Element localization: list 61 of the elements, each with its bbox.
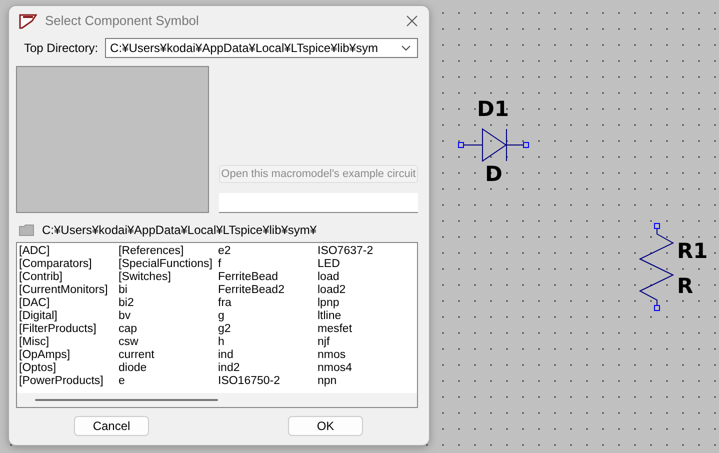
symbol-item[interactable]: [Contrib] (19, 271, 118, 284)
symbol-item[interactable]: e (118, 375, 218, 388)
field-label: Top Directory: (24, 41, 98, 55)
symbol-item[interactable]: bi2 (118, 297, 218, 310)
close-icon[interactable] (406, 14, 418, 26)
symbol-item[interactable]: [ADC] (19, 245, 118, 258)
symbol-item[interactable]: fra (218, 297, 318, 310)
component-reference: D1 (477, 99, 510, 120)
symbol-item[interactable]: ISO7637-2 (318, 245, 417, 258)
symbol-item[interactable]: [Switches] (118, 271, 218, 284)
symbol-item[interactable]: FerriteBead (218, 271, 318, 284)
symbol-item[interactable]: current (118, 349, 218, 362)
symbol-item[interactable]: LED (318, 258, 417, 271)
symbol-item[interactable]: [Misc] (19, 336, 118, 349)
symbol-item[interactable]: ISO16750-2 (218, 375, 318, 388)
app-logo-icon (19, 12, 37, 28)
symbol-item[interactable]: [Optos] (19, 362, 118, 375)
component-value: R (677, 276, 694, 297)
dialog-button[interactable]: Cancel (74, 416, 149, 436)
directory-dropdown[interactable]: C:¥Users¥kodai¥AppData¥Local¥LTspice¥lib¥sym (105, 38, 418, 58)
resistor-symbol[interactable] (639, 222, 675, 312)
symbol-item[interactable]: load2 (318, 284, 417, 297)
symbol-item[interactable]: [Digital] (19, 310, 118, 323)
scrollbar-thumb[interactable] (35, 399, 218, 401)
symbol-item[interactable]: npn (318, 375, 417, 388)
symbol-item[interactable]: [Comparators] (19, 258, 118, 271)
symbol-item[interactable]: [DAC] (19, 297, 118, 310)
symbol-item[interactable]: FerriteBead2 (218, 284, 318, 297)
symbol-item[interactable]: diode (118, 362, 218, 375)
diode-symbol[interactable] (457, 127, 530, 163)
symbol-item[interactable]: h (218, 336, 318, 349)
current-path: C:¥Users¥kodai¥AppData¥Local¥LTspice¥lib¥sym¥ (42, 223, 317, 237)
component-value: D (485, 164, 502, 185)
symbol-item[interactable]: bv (118, 310, 218, 323)
component-reference: R1 (677, 241, 708, 262)
symbol-item[interactable]: lpnp (318, 297, 417, 310)
symbol-item[interactable]: ind2 (218, 362, 318, 375)
symbol-item[interactable]: [PowerProducts] (19, 375, 118, 388)
window-title: Select Component Symbol (45, 13, 200, 28)
dialog-button[interactable]: OK (288, 416, 363, 436)
symbol-item[interactable]: [FilterProducts] (19, 323, 118, 336)
symbol-item[interactable]: [SpecialFunctions] (118, 258, 218, 271)
symbol-item[interactable]: nmos4 (318, 362, 417, 375)
symbol-item[interactable]: csw (118, 336, 218, 349)
symbol-item[interactable]: g2 (218, 323, 318, 336)
symbol-item[interactable]: [References] (118, 245, 218, 258)
chevron-down-icon (401, 45, 411, 51)
folder-icon (19, 224, 34, 236)
symbol-item[interactable]: nmos (318, 349, 417, 362)
symbol-item[interactable]: g (218, 310, 318, 323)
symbol-item[interactable]: ind (218, 349, 318, 362)
symbol-item[interactable]: e2 (218, 245, 318, 258)
symbol-item[interactable]: load (318, 271, 417, 284)
symbol-item[interactable]: njf (318, 336, 417, 349)
symbol-item[interactable]: ltline (318, 310, 417, 323)
symbol-item[interactable]: [CurrentMonitors] (19, 284, 118, 297)
symbol-item[interactable]: bi (118, 284, 218, 297)
symbol-item[interactable]: [OpAmps] (19, 349, 118, 362)
symbol-item[interactable]: f (218, 258, 318, 271)
symbol-item[interactable]: mesfet (318, 323, 417, 336)
symbol-item[interactable]: cap (118, 323, 218, 336)
